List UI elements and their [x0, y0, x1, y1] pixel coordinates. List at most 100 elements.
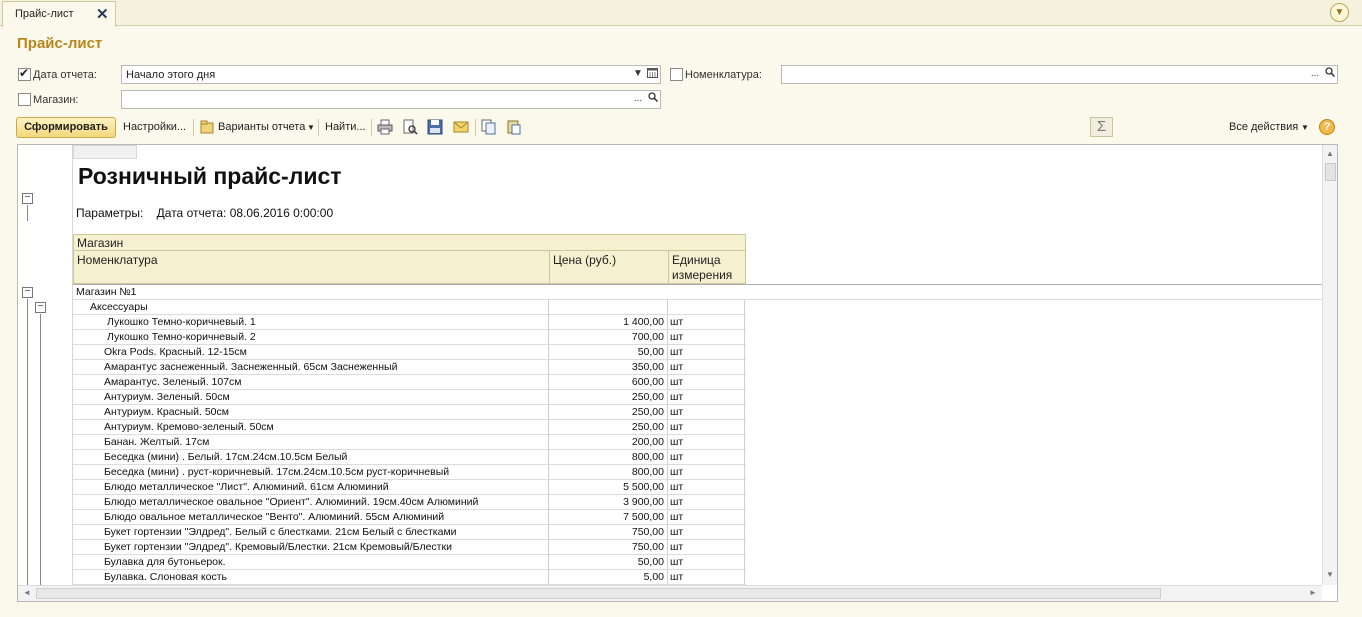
date-value: Начало этого дня: [126, 69, 216, 81]
table-row[interactable]: Блюдо овальное металлическое "Венто". Ал…: [73, 510, 746, 525]
cell-price: 250,00: [549, 420, 668, 435]
collapse-group-icon[interactable]: −: [35, 302, 46, 313]
toolbar-separator: [318, 119, 319, 136]
all-actions-button[interactable]: Все действия: [1229, 121, 1298, 133]
report-spreadsheet[interactable]: − − − Розничный прайс-лист Параметры: Да…: [17, 144, 1338, 602]
cell-price: 5 500,00: [549, 480, 668, 495]
print-preview-icon[interactable]: [402, 119, 418, 135]
cell-nomenclature: Лукошко Темно-коричневый. 1: [73, 315, 549, 330]
table-row[interactable]: Банан. Желтый. 17см 200,00 шт: [73, 435, 746, 450]
horizontal-scrollbar[interactable]: ◄ ►: [18, 585, 1322, 601]
cell-price: 250,00: [549, 405, 668, 420]
table-row[interactable]: Букет гортензии "Элдред". Кремовый/Блест…: [73, 540, 746, 555]
table-row[interactable]: Лукошко Темно-коричневый. 2 700,00 шт: [73, 330, 746, 345]
cell-price: 1 400,00: [549, 315, 668, 330]
date-field[interactable]: Начало этого дня ▼: [121, 65, 661, 84]
nomenclature-checkbox[interactable]: [670, 68, 683, 81]
cell-nomenclature: Блюдо металлическое "Лист". Алюминий. 61…: [73, 480, 549, 495]
cell-unit: шт: [668, 480, 745, 495]
scroll-thumb[interactable]: [1325, 163, 1336, 181]
print-icon[interactable]: [377, 119, 393, 135]
close-icon[interactable]: ✕: [96, 5, 109, 23]
scroll-right-icon[interactable]: ►: [1306, 586, 1320, 600]
report-variants-button[interactable]: Варианты отчета: [218, 121, 305, 133]
cell-nomenclature: Банан. Желтый. 17см: [73, 435, 549, 450]
copy-icon[interactable]: [481, 119, 497, 135]
settings-button[interactable]: Настройки...: [123, 121, 186, 133]
sum-button[interactable]: Σ: [1090, 117, 1113, 137]
table-row[interactable]: Антуриум. Красный. 50см 250,00 шт: [73, 405, 746, 420]
tab-price-list[interactable]: Прайс-лист ✕: [2, 1, 116, 27]
calendar-icon[interactable]: [645, 67, 659, 82]
table-row-category-group[interactable]: Аксессуары: [73, 300, 746, 315]
cell-price: 50,00: [549, 345, 668, 360]
find-button[interactable]: Найти...: [325, 121, 366, 133]
generate-button[interactable]: Сформировать: [16, 117, 116, 138]
table-row[interactable]: Беседка (мини) . руст-коричневый. 17см.2…: [73, 465, 746, 480]
search-icon[interactable]: [1323, 67, 1337, 82]
cell-price: 50,00: [549, 555, 668, 570]
cell-price: 200,00: [549, 435, 668, 450]
cell-price: 750,00: [549, 525, 668, 540]
mail-icon[interactable]: [453, 119, 469, 135]
cell-empty: [668, 300, 745, 315]
table-row[interactable]: Антуриум. Кремово-зеленый. 50см 250,00 шт: [73, 420, 746, 435]
help-icon[interactable]: ?: [1319, 119, 1335, 135]
cell-unit: шт: [668, 555, 745, 570]
date-checkbox[interactable]: [18, 66, 31, 81]
table-row[interactable]: Блюдо металлическое "Лист". Алюминий. 61…: [73, 480, 746, 495]
params-label: Параметры:: [76, 206, 144, 220]
table-row[interactable]: Амарантус. Зеленый. 107см 600,00 шт: [73, 375, 746, 390]
collapse-panel-icon[interactable]: ▼: [1330, 3, 1349, 22]
toolbar-separator: [475, 119, 476, 136]
cell-nomenclature: Булавка для бутоньерок.: [73, 555, 549, 570]
table-row[interactable]: Okra Pods. Красный. 12-15см 50,00 шт: [73, 345, 746, 360]
outline-line: [40, 314, 41, 585]
report-title: Розничный прайс-лист: [78, 163, 342, 189]
chevron-down-icon[interactable]: ▼: [1301, 123, 1309, 132]
ellipsis-button[interactable]: ...: [631, 92, 645, 107]
scroll-up-icon[interactable]: ▲: [1323, 147, 1337, 161]
cell-price: 800,00: [549, 465, 668, 480]
dropdown-icon[interactable]: ▼: [631, 67, 645, 82]
table-row[interactable]: Антуриум. Зеленый. 50см 250,00 шт: [73, 390, 746, 405]
store-field[interactable]: ...: [121, 90, 661, 109]
cell-empty: [549, 300, 668, 315]
cell-nomenclature: Антуриум. Кремово-зеленый. 50см: [73, 420, 549, 435]
table-row[interactable]: Булавка для бутоньерок. 50,00 шт: [73, 555, 746, 570]
store-checkbox[interactable]: [18, 93, 31, 106]
ellipsis-button[interactable]: ...: [1308, 67, 1322, 82]
table-row[interactable]: Амарантус заснеженный. Заснеженный. 65см…: [73, 360, 746, 375]
table-row[interactable]: Булавка. Слоновая кость 5,00 шт: [73, 570, 746, 585]
cell-nomenclature: Антуриум. Зеленый. 50см: [73, 390, 549, 405]
scroll-thumb-horizontal[interactable]: [36, 588, 1161, 599]
save-icon[interactable]: [427, 119, 443, 135]
table-row[interactable]: Блюдо металлическое овальное "Ориент". А…: [73, 495, 746, 510]
cell-nomenclature: Лукошко Темно-коричневый. 2: [73, 330, 549, 345]
corner-cell: [73, 145, 137, 159]
nomenclature-field[interactable]: ...: [781, 65, 1338, 84]
collapse-group-icon[interactable]: −: [22, 287, 33, 298]
search-icon[interactable]: [646, 92, 660, 107]
table-row-store-group[interactable]: Магазин №1: [73, 285, 1322, 300]
outline-line: [27, 299, 28, 585]
vertical-scrollbar[interactable]: ▲ ▼: [1322, 145, 1337, 585]
table-row[interactable]: Лукошко Темно-коричневый. 11 400,00 шт: [73, 315, 746, 330]
cell-nomenclature: Антуриум. Красный. 50см: [73, 405, 549, 420]
collapse-group-icon[interactable]: −: [22, 193, 33, 204]
tab-label: Прайс-лист: [15, 8, 74, 20]
paste-icon[interactable]: [506, 119, 522, 135]
cell-unit: шт: [668, 420, 745, 435]
table-row[interactable]: Букет гортензии "Элдред". Белый с блестк…: [73, 525, 746, 540]
scroll-left-icon[interactable]: ◄: [20, 586, 34, 600]
cell-unit: шт: [668, 345, 745, 360]
chevron-down-icon[interactable]: ▼: [307, 123, 315, 132]
nomenclature-label: Номенклатура:: [685, 69, 762, 81]
cell-unit: шт: [668, 540, 745, 555]
report-variants-icon[interactable]: [199, 119, 215, 135]
table-row[interactable]: Беседка (мини) . Белый. 17см.24см.10.5см…: [73, 450, 746, 465]
page-title: Прайс-лист: [17, 35, 103, 52]
cell-unit: шт: [668, 390, 745, 405]
scroll-down-icon[interactable]: ▼: [1323, 568, 1337, 582]
cell-unit: шт: [668, 510, 745, 525]
